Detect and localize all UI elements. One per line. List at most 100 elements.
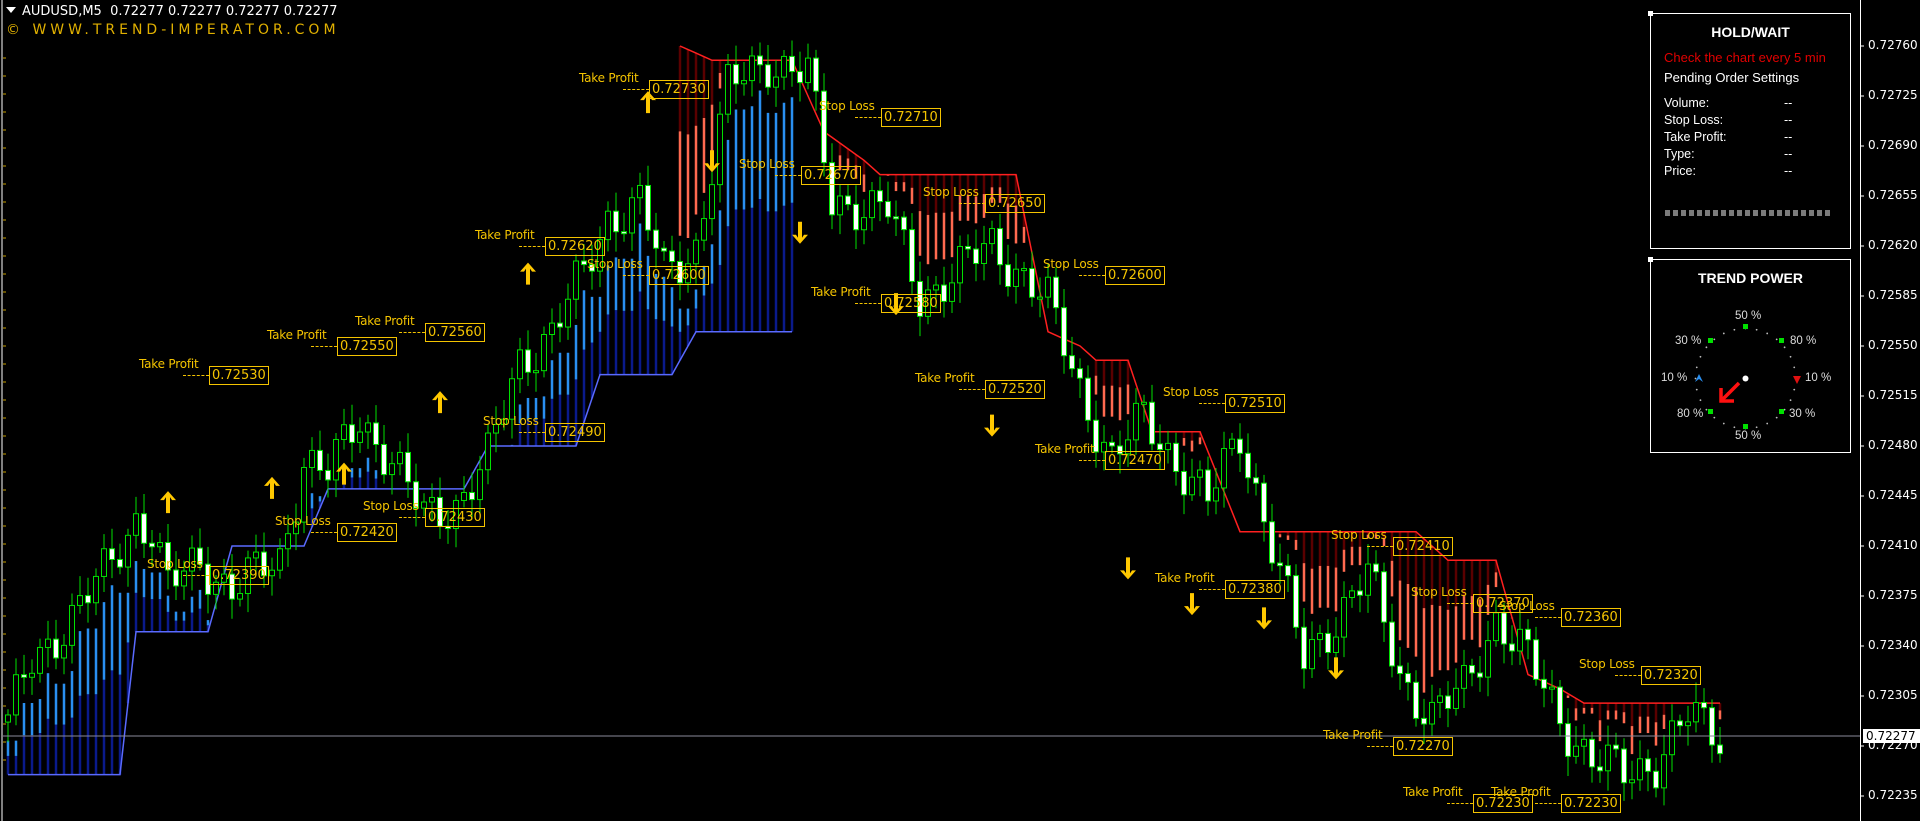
candle-body: [797, 71, 803, 84]
candle-body: [285, 533, 291, 550]
candle-body: [1669, 720, 1675, 756]
candle-body: [573, 260, 579, 300]
candle-body: [181, 570, 187, 587]
level-leader-line: [1535, 803, 1561, 805]
level-leader-line: [1615, 674, 1641, 676]
candle: [1357, 574, 1363, 613]
gauge-dot: [1775, 416, 1778, 419]
level-caption: Take Profit: [1491, 785, 1551, 800]
candle: [653, 212, 659, 269]
candle: [1509, 625, 1515, 666]
candle: [909, 213, 915, 295]
candle-body: [997, 228, 1003, 266]
candle: [1365, 544, 1371, 613]
candle: [357, 417, 363, 454]
gauge-marker-top-left: [1708, 338, 1713, 343]
candle: [997, 213, 1003, 285]
candle-body: [725, 64, 731, 115]
candle-body: [253, 551, 259, 559]
candle: [1293, 564, 1299, 639]
candle-body: [405, 451, 411, 483]
candle-body: [1181, 470, 1187, 496]
gauge-dot: [1755, 426, 1758, 429]
level-value-box: 0.72380: [1225, 579, 1285, 599]
candle: [93, 568, 99, 616]
candle: [861, 199, 867, 245]
sell-arrow-icon: [792, 221, 808, 244]
candle-body: [1437, 695, 1443, 703]
hold-panel-title: HOLD/WAIT: [1711, 24, 1790, 40]
candle-body: [581, 260, 587, 266]
gauge-dot: [1713, 416, 1716, 419]
candle-body: [885, 201, 891, 218]
price-chart[interactable]: [0, 0, 1920, 821]
candle: [1645, 749, 1651, 792]
candle: [1405, 662, 1411, 701]
candle: [1485, 620, 1491, 697]
candle: [989, 220, 995, 255]
level-value-box: 0.72670: [801, 165, 861, 185]
candle: [1389, 603, 1395, 678]
candle-body: [1701, 702, 1707, 709]
candle-body: [765, 64, 771, 88]
level-leader-line: [1079, 274, 1105, 276]
candle-body: [949, 282, 955, 302]
candle: [1309, 621, 1315, 678]
candle-body: [1253, 477, 1259, 484]
candle-body: [637, 184, 643, 199]
y-tick-label: 0.72690: [1868, 138, 1918, 152]
panel-drag-handle[interactable]: [1648, 11, 1653, 16]
candle-body: [93, 575, 99, 604]
y-tick-label: 0.72445: [1868, 488, 1918, 502]
candle: [533, 352, 539, 392]
y-tick-label: 0.72305: [1868, 688, 1918, 702]
down-trailing-stop-line: [679, 45, 1720, 704]
y-tick-label: 0.72480: [1868, 438, 1918, 452]
candle: [949, 263, 955, 314]
candle: [1349, 584, 1355, 608]
candle-body: [869, 190, 875, 219]
candle-body: [1317, 632, 1323, 641]
candle-body: [1261, 482, 1267, 523]
candle: [1677, 714, 1683, 736]
candle-body: [893, 216, 899, 220]
candle: [1045, 264, 1051, 309]
setting-value: --: [1784, 164, 1793, 178]
collapse-triangle-icon[interactable]: [6, 7, 16, 13]
candle-body: [1149, 401, 1155, 445]
candle-body: [349, 424, 355, 443]
candle: [381, 425, 387, 484]
candle-body: [1213, 487, 1219, 502]
candle: [1629, 760, 1635, 800]
candle: [117, 543, 123, 575]
level-value-box: 0.72470: [1105, 451, 1165, 471]
candle: [629, 187, 635, 251]
gauge-center: [1742, 375, 1749, 382]
level-value-box: 0.72650: [985, 194, 1045, 214]
candle: [1085, 365, 1091, 433]
candle-body: [1605, 744, 1611, 772]
candle-body: [877, 190, 883, 203]
candle-body: [525, 349, 531, 373]
candle: [1005, 244, 1011, 297]
candle-body: [1269, 521, 1275, 564]
candle: [645, 165, 651, 241]
level-value-box: 0.72600: [1105, 265, 1165, 285]
level-leader-line: [311, 346, 337, 347]
candle-body: [1197, 469, 1203, 478]
candle-body: [333, 438, 339, 481]
candle: [637, 172, 643, 215]
candle: [573, 254, 579, 319]
candle-body: [629, 197, 635, 234]
level-value-box: 0.72520: [985, 379, 1045, 399]
y-tick-label: 0.72620: [1868, 238, 1918, 252]
sell-arrow-icon: [1328, 657, 1344, 680]
candle: [1453, 668, 1459, 716]
candle-body: [1493, 612, 1499, 642]
candle: [1541, 659, 1547, 708]
level-leader-line: [1447, 603, 1473, 605]
candle: [541, 326, 547, 378]
level-leader-line: [311, 531, 337, 533]
bear-pointer-icon: [1793, 371, 1801, 384]
candle-body: [789, 55, 795, 73]
